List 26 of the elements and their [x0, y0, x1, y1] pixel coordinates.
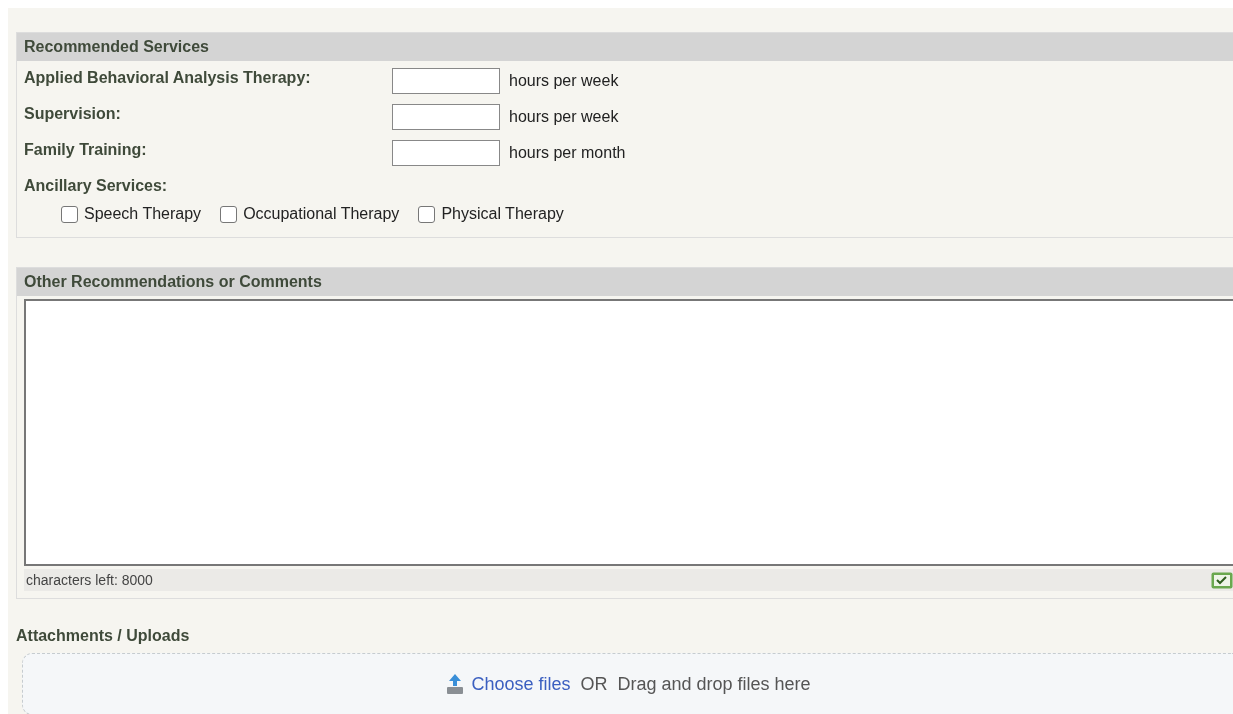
check-icon[interactable]	[1211, 571, 1233, 589]
choose-files-link[interactable]: Choose files	[445, 673, 571, 695]
section-header: Recommended Services	[17, 33, 1233, 61]
attachments-heading: Attachments / Uploads	[16, 627, 191, 645]
drop-zone[interactable]: Choose files OR Drag and drop files here	[22, 653, 1233, 714]
field-label: Ancillary Services:	[24, 176, 169, 196]
checkbox[interactable]	[220, 205, 238, 223]
checkbox[interactable]	[418, 205, 436, 223]
hours-input[interactable]	[392, 68, 500, 94]
drop-hint: Drag and drop files here	[617, 673, 811, 695]
field-label: Supervision:	[24, 104, 122, 123]
checkbox-label: Occupational Therapy	[243, 205, 400, 223]
checkbox-label: Speech Therapy	[84, 205, 202, 223]
field-label: Applied Behavioral Analysis Therapy:	[24, 68, 312, 87]
checkbox[interactable]	[61, 205, 78, 223]
hours-input[interactable]	[392, 140, 500, 166]
section-header: Other Recommendations or Comments	[17, 268, 1233, 296]
unit-label: hours per week	[508, 108, 620, 126]
unit-label: hours per week	[508, 72, 620, 90]
upload-icon	[445, 673, 466, 695]
field-label: Family Training:	[24, 140, 148, 159]
hours-input[interactable]	[392, 104, 500, 130]
or-text: OR	[580, 673, 608, 695]
character-counter: characters left: 8000	[26, 572, 153, 588]
unit-label: hours per month	[508, 144, 627, 162]
checkbox-label: Physical Therapy	[441, 205, 564, 223]
